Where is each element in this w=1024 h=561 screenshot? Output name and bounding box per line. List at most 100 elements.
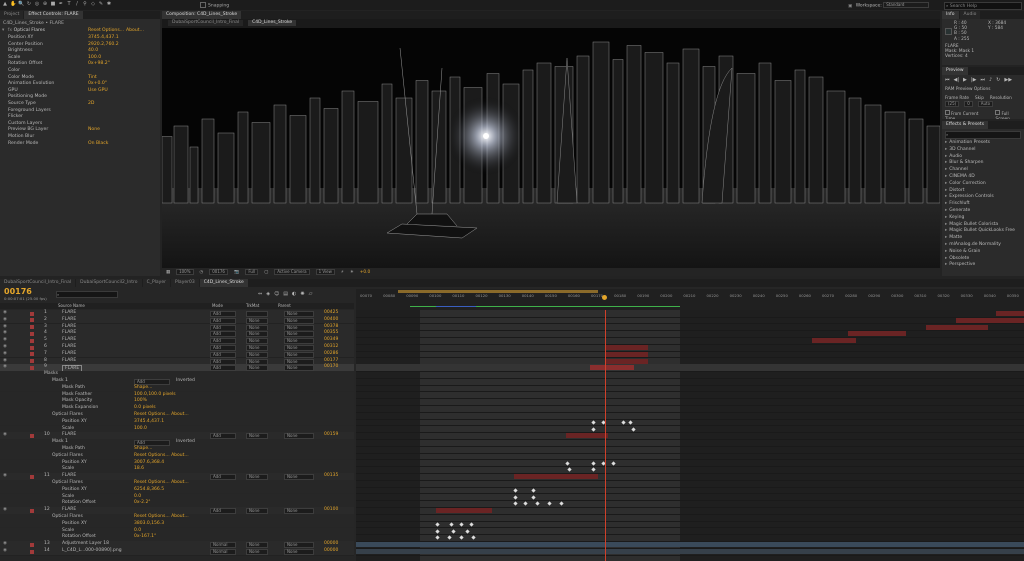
keyframe-marker[interactable]: [591, 420, 596, 425]
label-color-swatch[interactable]: [30, 338, 34, 343]
pan-behind-tool-icon[interactable]: ⊕: [42, 2, 48, 7]
visibility-eye-icon[interactable]: ◉: [3, 317, 7, 324]
pen-tool-icon[interactable]: ✒: [58, 2, 64, 7]
property-name[interactable]: Mask Path: [62, 385, 85, 392]
effects-category-item[interactable]: ▸ 3D Channel: [942, 147, 1024, 154]
keyframe-marker[interactable]: [611, 460, 616, 466]
property-row[interactable]: Scale 100.0: [0, 425, 354, 433]
expand-triangle-icon[interactable]: ▸: [945, 140, 947, 145]
property-value[interactable]: Shape...: [134, 446, 152, 453]
layer-duration-bar[interactable]: [956, 317, 1024, 323]
about-link[interactable]: About...: [126, 28, 144, 35]
draft-3d-icon[interactable]: ◈: [266, 291, 270, 297]
property-value[interactable]: 0.0 pixels: [134, 405, 156, 412]
trkmat-header[interactable]: TrkMat: [246, 303, 259, 309]
keyframe-marker[interactable]: [531, 494, 536, 500]
property-row[interactable]: Mask 1 Add Inverted: [0, 439, 354, 447]
label-color-swatch[interactable]: [30, 325, 34, 330]
property-row[interactable]: Mask 1 Add Inverted: [0, 378, 354, 385]
visibility-eye-icon[interactable]: ◉: [3, 507, 7, 514]
keyframe-marker[interactable]: [565, 460, 570, 466]
layer-duration-bar[interactable]: [566, 433, 608, 439]
visibility-eye-icon[interactable]: ◉: [3, 337, 7, 344]
property-name[interactable]: Optical Flares: [52, 514, 83, 521]
zoom-dropdown[interactable]: 100%: [176, 269, 194, 275]
property-row[interactable]: Position XY 3745.4,437.1: [0, 418, 354, 426]
layer-duration-bar[interactable]: [514, 474, 598, 480]
from-current-time-checkbox[interactable]: From Current Time: [945, 110, 989, 119]
effect-property-row[interactable]: Source Type 2D: [8, 101, 158, 108]
first-frame-icon[interactable]: ⏮: [945, 77, 950, 83]
layer-name[interactable]: FLARE: [62, 507, 76, 514]
property-name[interactable]: Optical Flares: [52, 480, 83, 487]
clone-stamp-tool-icon[interactable]: ⚲: [82, 2, 88, 7]
layer-name[interactable]: FLARE: [62, 358, 76, 365]
track-row[interactable]: [356, 548, 1024, 556]
roto-brush-tool-icon[interactable]: ✎: [98, 2, 104, 7]
effect-property-row[interactable]: Motion Blur: [8, 134, 158, 141]
visibility-eye-icon[interactable]: ◉: [3, 432, 7, 439]
snapping-toggle[interactable]: Snapping: [200, 2, 229, 9]
property-value[interactable]: 40.0: [88, 48, 98, 55]
label-color-swatch[interactable]: [30, 365, 34, 370]
label-color-swatch[interactable]: [30, 331, 34, 336]
property-value[interactable]: Reset Options... About...: [134, 480, 189, 487]
trkmat-dropdown[interactable]: None: [246, 549, 268, 555]
options-link[interactable]: Options...: [102, 28, 124, 35]
property-row[interactable]: Scale 0.0: [0, 527, 354, 535]
expand-triangle-icon[interactable]: ▸: [945, 242, 947, 247]
search-help-input[interactable]: Search Help: [950, 4, 977, 9]
region-of-interest-icon[interactable]: ▢: [264, 270, 268, 275]
expand-triangle-icon[interactable]: ▸: [945, 222, 947, 227]
property-name[interactable]: Position XY: [62, 419, 87, 426]
zoom-tool-icon[interactable]: 🔍: [18, 2, 24, 7]
playhead-marker[interactable]: [602, 295, 607, 300]
current-time-field[interactable]: 00176: [209, 269, 228, 275]
breadcrumb-intro-final[interactable]: DubaiSportCouncil_Intro_Final: [168, 20, 244, 26]
ram-preview-options[interactable]: RAM Preview Options: [945, 87, 991, 92]
expand-triangle-icon[interactable]: ▸: [945, 228, 947, 233]
property-value[interactable]: 0x+98.2°: [88, 61, 110, 68]
effect-property-row[interactable]: Flicker: [8, 114, 158, 121]
expand-triangle-icon[interactable]: ▸: [945, 194, 947, 199]
property-value[interactable]: 3803.0,156.3: [134, 521, 164, 528]
property-value[interactable]: 0x-167.1°: [134, 534, 156, 541]
layer-name[interactable]: FLARE: [62, 473, 76, 480]
blend-mode-dropdown[interactable]: Normal: [210, 549, 236, 555]
keyframe-marker[interactable]: [451, 528, 456, 534]
label-color-swatch[interactable]: [30, 359, 34, 364]
eraser-tool-icon[interactable]: ◇: [90, 2, 96, 7]
rectangle-tool-icon[interactable]: ■: [50, 2, 56, 7]
property-name[interactable]: Mask Path: [62, 446, 85, 453]
visibility-eye-icon[interactable]: ◉: [3, 364, 7, 371]
expand-triangle-icon[interactable]: ▸: [945, 208, 947, 213]
layer-duration-bar[interactable]: [436, 508, 492, 514]
property-name[interactable]: Optical Flares: [52, 453, 83, 460]
layer-duration-bar[interactable]: [606, 345, 648, 350]
play-icon[interactable]: ▶: [963, 77, 967, 83]
property-value[interactable]: Reset Options... About...: [134, 514, 189, 521]
keyframe-marker[interactable]: [631, 426, 636, 432]
timeline-tab[interactable]: C_Player: [142, 279, 170, 287]
property-row[interactable]: Rotation Offset 0x-167.1°: [0, 534, 354, 542]
keyframe-marker[interactable]: [567, 467, 572, 473]
parent-dropdown[interactable]: None: [284, 549, 314, 555]
layer-duration-bar[interactable]: [848, 331, 906, 337]
property-row[interactable]: Optical Flares Reset Options... About...: [0, 412, 354, 419]
effects-category-item[interactable]: ▸ Animation Presets: [942, 140, 1024, 147]
layer-name[interactable]: FLARE: [62, 337, 76, 344]
layer-in-point[interactable]: 00286: [324, 351, 338, 358]
view-layout-dropdown[interactable]: 1 View: [315, 269, 335, 275]
expand-triangle-icon[interactable]: ▸: [945, 235, 947, 240]
effects-category-item[interactable]: ▸ Noise & Grain: [942, 249, 1024, 256]
keyframe-marker[interactable]: [523, 501, 528, 507]
exposure-value[interactable]: +0.0: [360, 270, 370, 275]
layer-in-point[interactable]: 00312: [324, 344, 338, 351]
full-screen-checkbox[interactable]: Full Screen: [995, 110, 1024, 119]
keyframe-marker[interactable]: [435, 528, 440, 534]
effects-category-item[interactable]: ▸ Perspective: [942, 262, 1024, 269]
visibility-eye-icon[interactable]: ◉: [3, 351, 7, 358]
tab-preview[interactable]: Preview: [942, 67, 968, 75]
keyframe-marker[interactable]: [447, 535, 452, 541]
expand-triangle-icon[interactable]: ▸: [945, 154, 947, 159]
